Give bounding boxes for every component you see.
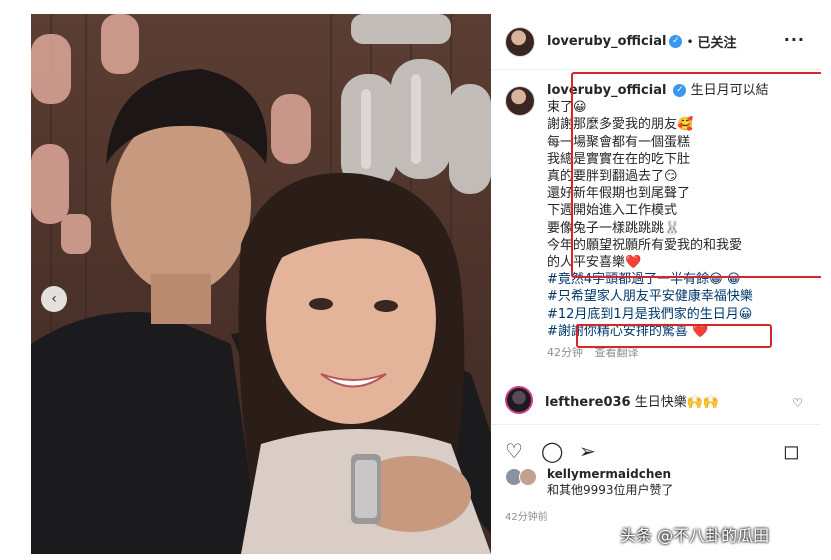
hashtag-link[interactable]: #只希望家人朋友平安健康幸福快樂 [547, 288, 811, 305]
commenter-avatar[interactable] [505, 386, 533, 414]
caption-time: 42分钟 [547, 346, 583, 360]
commenter-username[interactable]: lefthere036 [545, 395, 631, 410]
carousel-prev-button[interactable]: ‹ [41, 286, 67, 312]
more-options-icon[interactable]: ··· [784, 30, 805, 49]
likes-summary: kellymermaidchen 和其他9993位用户赞了 [505, 466, 674, 498]
following-button[interactable]: 已关注 [698, 32, 737, 51]
comment-like-icon[interactable]: ♡ [792, 396, 803, 410]
like-heart-icon[interactable]: ♡ [505, 441, 523, 461]
save-bookmark-icon[interactable]: ◻ [783, 441, 800, 461]
likes-others[interactable]: 和其他9993位用户赞了 [547, 483, 674, 497]
post-timestamp: 42分钟前 [505, 512, 548, 523]
liker-avatar[interactable] [519, 468, 537, 486]
comment-row: lefthere036 生日快樂🙌🙌 ♡ [505, 386, 811, 414]
post-photo[interactable]: ‹ [31, 14, 491, 554]
comment-text: lefthere036 生日快樂🙌🙌 [545, 391, 719, 410]
likes-text: kellymermaidchen 和其他9993位用户赞了 [547, 466, 674, 498]
post-side-panel: loveruby_official ✓ • 已关注 ··· loveruby_o… [491, 14, 821, 554]
photo-scene [31, 14, 491, 554]
verified-badge-icon: ✓ [669, 35, 683, 48]
liker-username[interactable]: kellymermaidchen [547, 467, 671, 481]
author-avatar[interactable] [505, 26, 535, 57]
comment-bubble-icon[interactable]: ◯ [541, 441, 563, 461]
post-header: loveruby_official ✓ • 已关注 ··· [491, 14, 821, 70]
highlight-box-hashtag [576, 324, 772, 348]
liker-avatars [505, 466, 541, 488]
instagram-post: ‹ loveruby_official ✓ • 已关注 ··· loveruby… [31, 14, 821, 554]
share-send-icon[interactable]: ➢ [579, 441, 596, 461]
watermark-text: 头条 @不八卦的瓜田 [620, 526, 770, 545]
header-separator: • [686, 34, 694, 49]
comment-body: 生日快樂🙌🙌 [634, 394, 720, 410]
caption-avatar[interactable] [505, 86, 535, 116]
action-bar: ♡ ◯ ➢ ◻ [491, 424, 821, 468]
author-username[interactable]: loveruby_official [547, 34, 666, 49]
hashtag-link[interactable]: #12月底到1月是我們家的生日月😀 [547, 306, 811, 323]
highlight-box-caption [571, 72, 821, 278]
chevron-left-icon: ‹ [51, 291, 57, 307]
